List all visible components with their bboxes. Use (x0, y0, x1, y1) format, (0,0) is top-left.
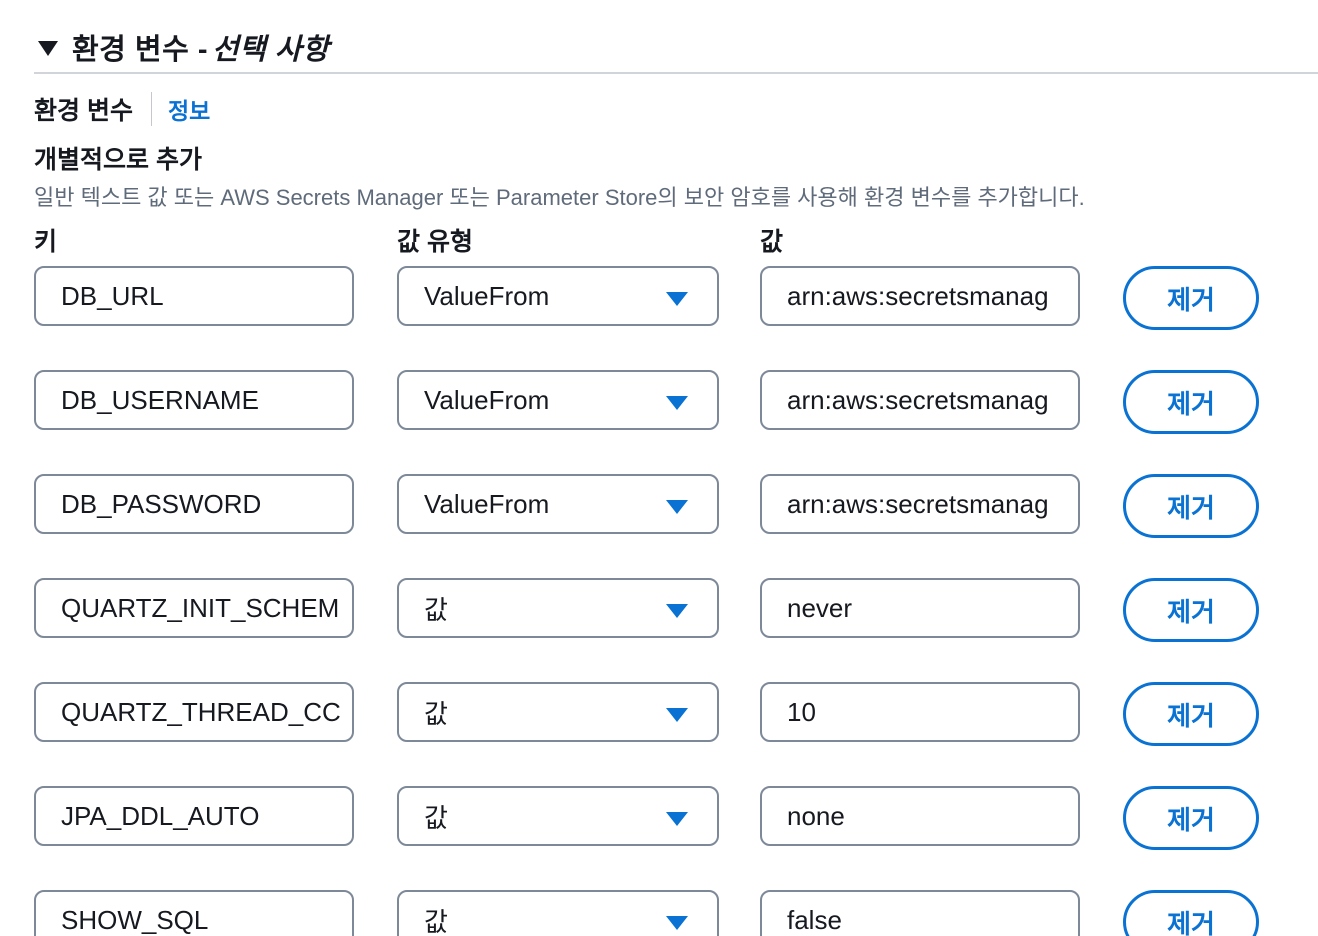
caret-down-icon (666, 500, 688, 514)
value-input-value: none (787, 800, 845, 831)
value-type-selected: 값 (424, 906, 448, 936)
caret-down-icon (666, 916, 688, 930)
caret-down-icon (666, 604, 688, 618)
caret-down-icon (666, 396, 688, 410)
remove-button[interactable]: 제거 (1123, 266, 1259, 330)
caret-down-icon[interactable] (38, 40, 58, 56)
key-input[interactable]: DB_PASSWORD (34, 474, 354, 534)
section-divider (34, 72, 1318, 74)
key-input-value: SHOW_SQL (61, 904, 209, 935)
value-type-select[interactable]: 값 (397, 890, 719, 936)
value-input-value: arn:aws:secretsmanag (787, 488, 1049, 519)
env-var-row: QUARTZ_THREAD_CC 값 10 제거 (0, 682, 1318, 746)
env-var-row: SHOW_SQL 값 false 제거 (0, 890, 1318, 936)
caret-down-icon (666, 812, 688, 826)
key-input[interactable]: QUARTZ_INIT_SCHEM (34, 578, 354, 638)
value-input[interactable]: arn:aws:secretsmanag (760, 474, 1080, 534)
column-header-key: 키 (34, 228, 58, 256)
add-individually-title: 개별적으로 추가 (34, 146, 202, 174)
value-input[interactable]: none (760, 786, 1080, 846)
value-type-select[interactable]: ValueFrom (397, 370, 719, 430)
section-optional-label: 선택 사항 (212, 34, 330, 66)
env-var-row: DB_PASSWORD ValueFrom arn:aws:secretsman… (0, 474, 1318, 538)
value-input[interactable]: 10 (760, 682, 1080, 742)
value-type-select[interactable]: ValueFrom (397, 266, 719, 326)
env-label-row: 환경 변수 정보 (34, 92, 210, 126)
key-input[interactable]: DB_USERNAME (34, 370, 354, 430)
value-input[interactable]: arn:aws:secretsmanag (760, 266, 1080, 326)
value-type-select[interactable]: ValueFrom (397, 474, 719, 534)
key-input-value: QUARTZ_INIT_SCHEM (61, 592, 340, 623)
section-title: 환경 변수 - 선택 사항 (72, 34, 330, 66)
label-separator (150, 92, 152, 126)
env-var-row: QUARTZ_INIT_SCHEM 값 never 제거 (0, 578, 1318, 642)
env-var-row: DB_URL ValueFrom arn:aws:secretsmanag 제거 (0, 266, 1318, 330)
remove-button[interactable]: 제거 (1123, 578, 1259, 642)
value-input-value: arn:aws:secretsmanag (787, 280, 1049, 311)
key-input[interactable]: DB_URL (34, 266, 354, 326)
env-section-toggle[interactable]: 환경 변수 - 선택 사항 (34, 22, 1318, 72)
caret-down-icon (666, 708, 688, 722)
env-vars-panel: 환경 변수 - 선택 사항 환경 변수 정보 개별적으로 추가 일반 텍스트 값 … (0, 0, 1318, 936)
env-var-row: DB_USERNAME ValueFrom arn:aws:secretsman… (0, 370, 1318, 434)
key-input-value: DB_URL (61, 280, 164, 311)
value-input-value: never (787, 592, 853, 623)
value-input[interactable]: never (760, 578, 1080, 638)
value-input-value: arn:aws:secretsmanag (787, 384, 1049, 415)
key-input-value: QUARTZ_THREAD_CC (61, 696, 341, 727)
remove-button[interactable]: 제거 (1123, 786, 1259, 850)
key-input-value: JPA_DDL_AUTO (61, 800, 260, 831)
remove-button[interactable]: 제거 (1123, 682, 1259, 746)
value-type-selected: ValueFrom (424, 488, 550, 519)
value-type-select[interactable]: 값 (397, 682, 719, 742)
value-type-selected: ValueFrom (424, 280, 550, 311)
value-type-select[interactable]: 값 (397, 786, 719, 846)
env-var-row: JPA_DDL_AUTO 값 none 제거 (0, 786, 1318, 850)
column-header-value: 값 (760, 228, 784, 256)
value-input[interactable]: arn:aws:secretsmanag (760, 370, 1080, 430)
remove-button[interactable]: 제거 (1123, 370, 1259, 434)
remove-button[interactable]: 제거 (1123, 474, 1259, 538)
key-input[interactable]: SHOW_SQL (34, 890, 354, 936)
key-input[interactable]: QUARTZ_THREAD_CC (34, 682, 354, 742)
value-type-selected: 값 (424, 698, 448, 729)
remove-button[interactable]: 제거 (1123, 890, 1259, 936)
caret-down-icon (666, 292, 688, 306)
key-input[interactable]: JPA_DDL_AUTO (34, 786, 354, 846)
value-type-select[interactable]: 값 (397, 578, 719, 638)
key-input-value: DB_PASSWORD (61, 488, 262, 519)
value-input-value: false (787, 904, 842, 935)
key-input-value: DB_USERNAME (61, 384, 259, 415)
env-description: 일반 텍스트 값 또는 AWS Secrets Manager 또는 Param… (34, 185, 1085, 210)
info-link[interactable]: 정보 (168, 92, 210, 126)
value-input-value: 10 (787, 696, 816, 727)
value-type-selected: 값 (424, 802, 448, 833)
value-input[interactable]: false (760, 890, 1080, 936)
value-type-selected: ValueFrom (424, 384, 550, 415)
value-type-selected: 값 (424, 594, 448, 625)
column-header-value-type: 값 유형 (397, 228, 473, 256)
env-field-label: 환경 변수 (34, 97, 133, 125)
